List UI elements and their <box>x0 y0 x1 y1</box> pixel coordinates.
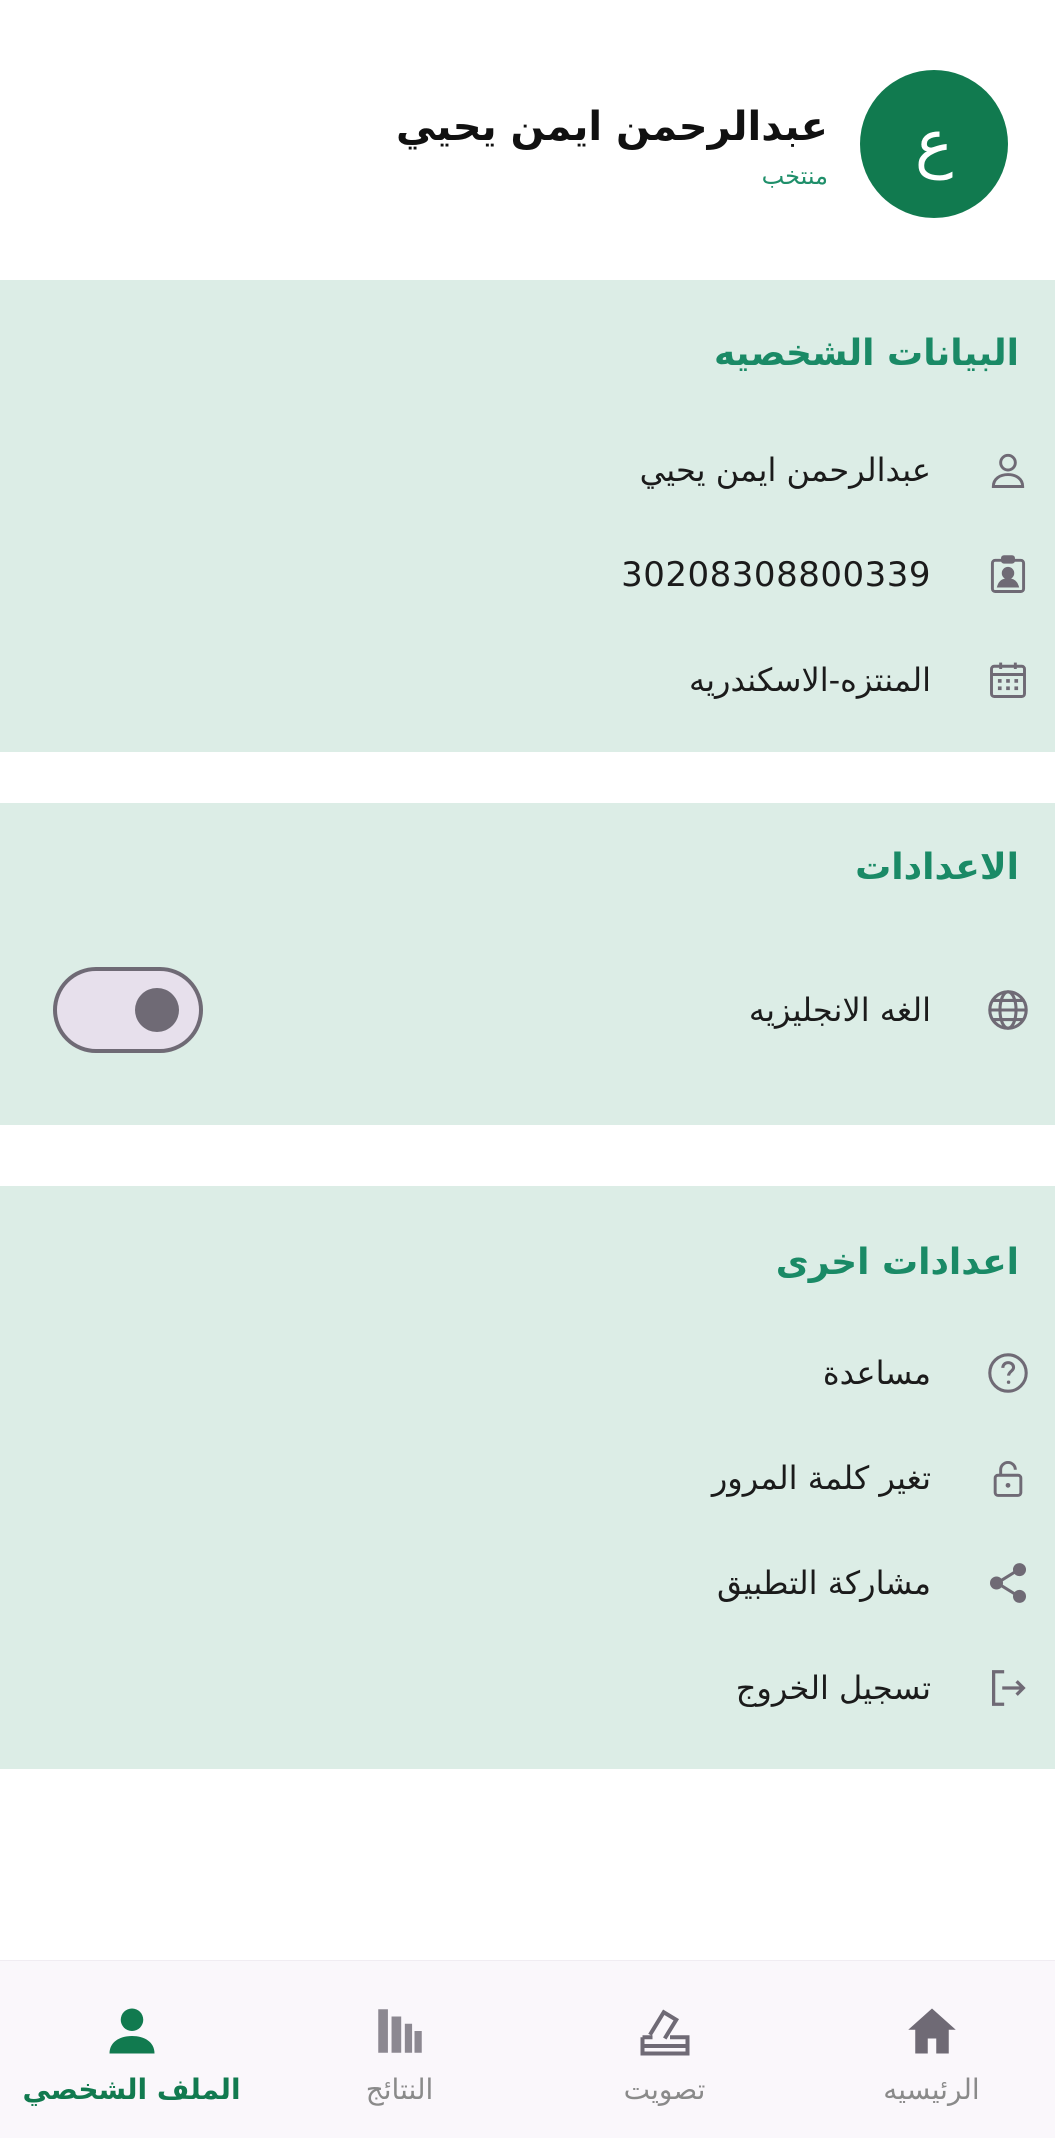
change-password-item[interactable]: تغير كلمة المرور <box>0 1443 1055 1513</box>
user-name: عبدالرحمن ايمن يحيي <box>395 104 828 150</box>
home-icon <box>900 1999 964 2063</box>
lock-icon <box>985 1455 1031 1501</box>
other-settings-section: اعدادات اخرى مساعدة تغير كلمة المرور مشا… <box>0 1186 1055 1769</box>
help-label: مساعدة <box>822 1354 931 1392</box>
user-role: منتخب <box>761 162 828 190</box>
national-id-value: 30208308800339 <box>621 555 931 595</box>
nav-results[interactable]: النتائج <box>268 1961 531 2138</box>
full-name-value: عبدالرحمن ايمن يحيي <box>639 451 931 489</box>
nav-vote[interactable]: تصويت <box>533 1961 796 2138</box>
logout-icon <box>985 1665 1031 1711</box>
section-title-other: اعدادات اخرى <box>775 1242 1019 1283</box>
bar-chart-icon <box>368 1999 432 2063</box>
nav-home[interactable]: الرئيسيه <box>800 1961 1055 2138</box>
share-app-label: مشاركة التطبيق <box>717 1564 931 1602</box>
help-icon <box>985 1350 1031 1396</box>
row-full-name: عبدالرحمن ايمن يحيي <box>0 435 1055 505</box>
nav-profile-label: الملف الشخصي <box>22 2073 241 2106</box>
change-password-label: تغير كلمة المرور <box>711 1459 931 1497</box>
nav-profile[interactable]: الملف الشخصي <box>0 1961 263 2138</box>
nav-home-label: الرئيسيه <box>883 2073 980 2106</box>
row-national-id: 30208308800339 <box>0 540 1055 610</box>
help-item[interactable]: مساعدة <box>0 1338 1055 1408</box>
toggle-knob <box>135 988 179 1032</box>
settings-section: الاعدادات الغه الانجليزيه <box>0 803 1055 1125</box>
nav-vote-label: تصويت <box>623 2073 706 2106</box>
ballot-icon <box>633 1999 697 2063</box>
address-value: المنتزه-الاسكندريه <box>688 661 931 699</box>
row-english-language: الغه الانجليزيه <box>0 967 1055 1053</box>
calendar-icon <box>985 657 1031 703</box>
nav-results-label: النتائج <box>365 2073 434 2106</box>
person-icon <box>100 1999 164 2063</box>
section-title-personal: البيانات الشخصيه <box>714 333 1019 374</box>
logout-item[interactable]: تسجيل الخروج <box>0 1653 1055 1723</box>
logout-label: تسجيل الخروج <box>735 1669 931 1707</box>
profile-header: ع عبدالرحمن ايمن يحيي منتخب <box>0 0 1055 280</box>
share-app-item[interactable]: مشاركة التطبيق <box>0 1548 1055 1618</box>
english-language-label: الغه الانجليزيه <box>748 991 931 1029</box>
row-address: المنتزه-الاسكندريه <box>0 645 1055 715</box>
english-language-toggle[interactable] <box>53 967 203 1053</box>
avatar: ع <box>860 70 1008 218</box>
id-card-icon <box>985 552 1031 598</box>
personal-data-section: البيانات الشخصيه عبدالرحمن ايمن يحيي 302… <box>0 280 1055 752</box>
globe-icon <box>985 987 1031 1033</box>
section-title-settings: الاعدادات <box>855 847 1019 888</box>
bottom-navigation: الرئيسيه تصويت النتائج الملف الشخصي <box>0 1960 1055 2138</box>
share-icon <box>985 1560 1031 1606</box>
person-icon <box>985 447 1031 493</box>
